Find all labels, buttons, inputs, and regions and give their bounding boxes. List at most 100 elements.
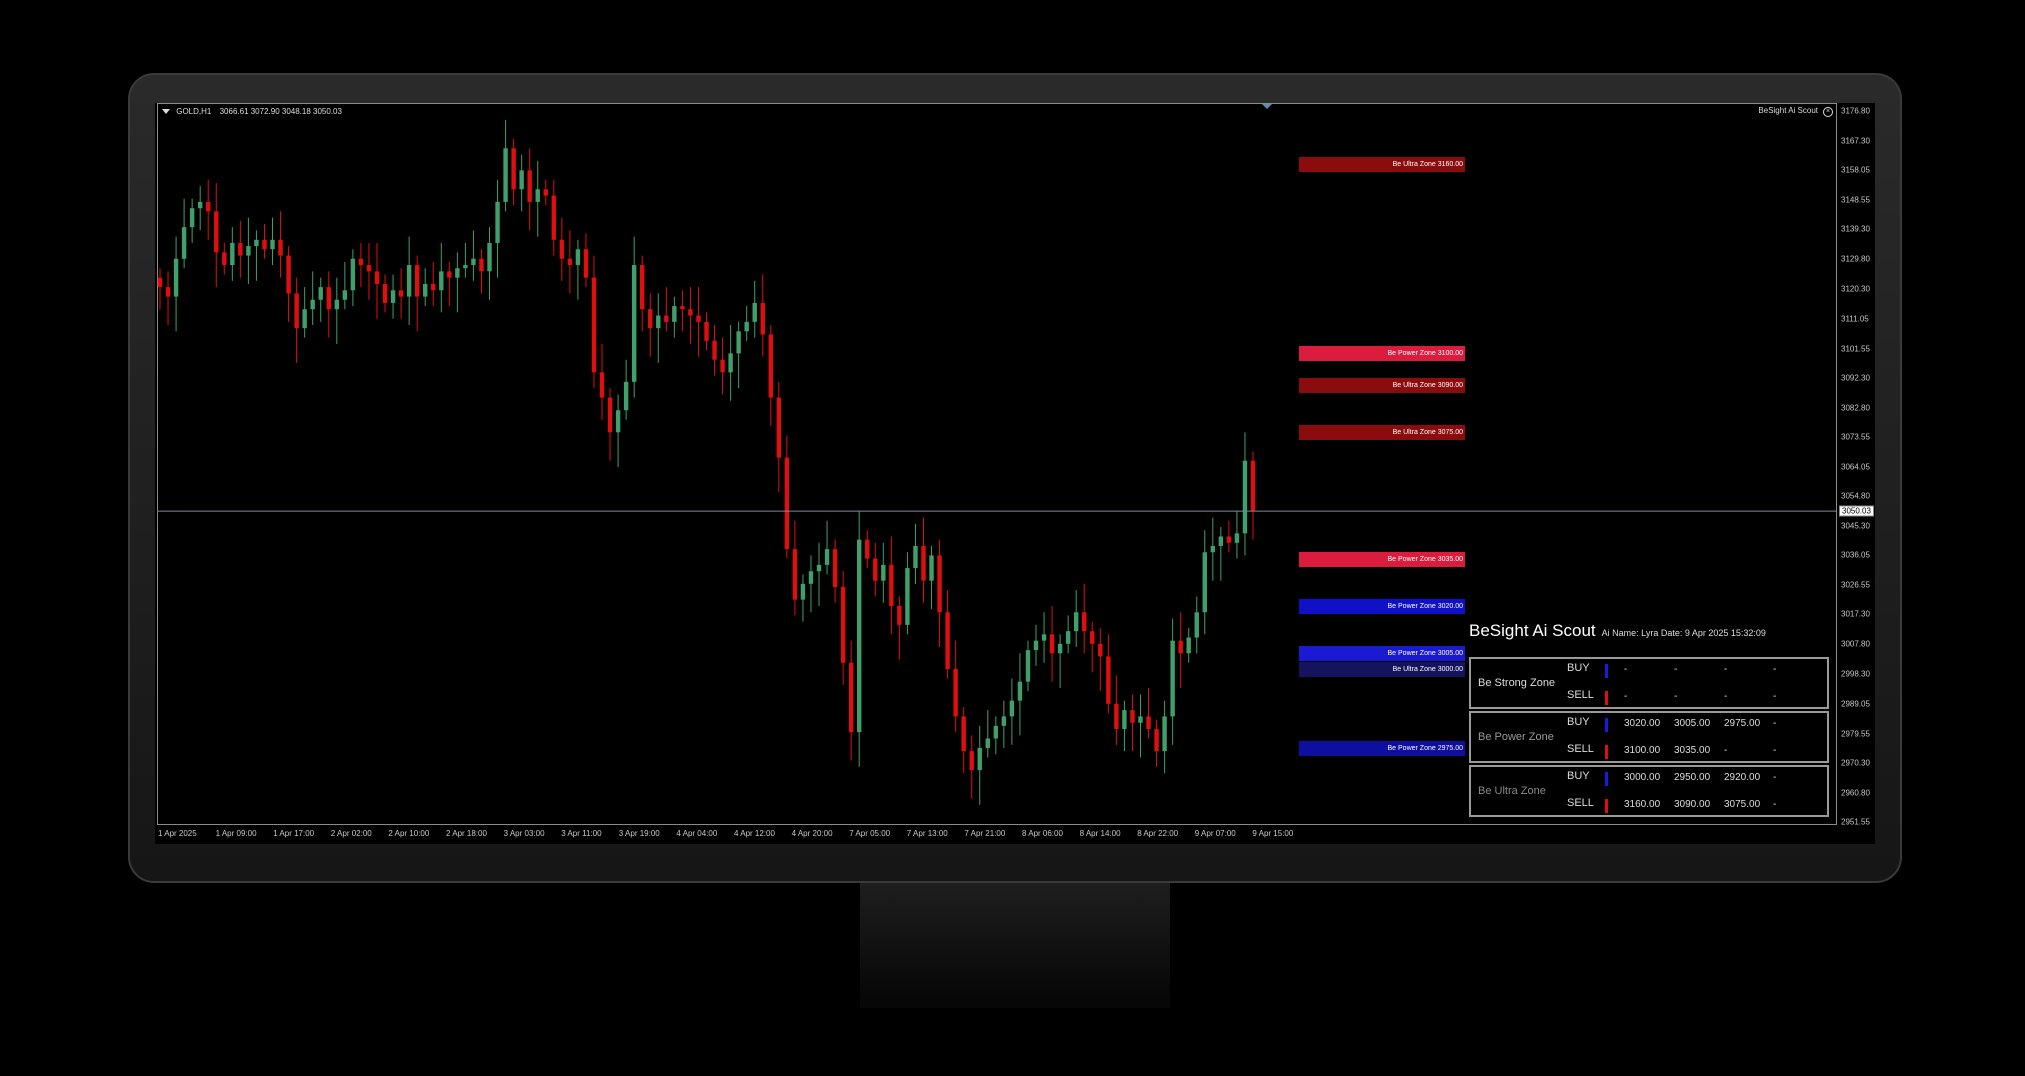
candle-body: [648, 309, 653, 329]
price-tick-label: 3101.55: [1841, 344, 1870, 354]
price-tick-label: 3167.30: [1841, 136, 1870, 146]
sell-value: -: [1773, 745, 1777, 756]
price-tick-label: 3139.30: [1841, 224, 1870, 234]
zone-label[interactable]: Be Ultra Zone 3000.00: [1299, 662, 1465, 678]
sell-value: -: [1724, 745, 1728, 756]
price-tick-label: 3176.80: [1841, 106, 1870, 116]
candle-body: [720, 359, 725, 373]
price-tick-label: 3092.30: [1841, 373, 1870, 383]
candle-body: [848, 662, 854, 733]
candle-body: [181, 227, 187, 259]
candle-body: [1057, 643, 1063, 654]
buy-value: 2975.00: [1724, 718, 1761, 729]
candle-body: [390, 290, 396, 303]
candle-body: [672, 306, 677, 322]
candle-body: [439, 271, 444, 291]
candle-body: [278, 239, 283, 256]
time-tick-label: 8 Apr 22:00: [1137, 829, 1179, 838]
sell-value: 3100.00: [1624, 745, 1661, 756]
zone-label[interactable]: Be Power Zone 2975.00: [1299, 740, 1465, 756]
candle-body: [479, 258, 484, 272]
price-tick-label: 3026.55: [1841, 580, 1870, 590]
sell-value: 3160.00: [1624, 799, 1661, 810]
candle-body: [1114, 703, 1119, 730]
candle-body: [1106, 656, 1111, 704]
current-price-label: 3050.03: [1839, 505, 1874, 517]
candle-body: [262, 239, 267, 250]
candle-body: [270, 239, 275, 250]
candle-body: [519, 170, 524, 190]
candle-body: [1065, 631, 1071, 644]
price-tick-label: 2998.30: [1841, 669, 1870, 679]
candle-body: [913, 545, 918, 569]
candle-body: [656, 315, 661, 329]
candle-body: [1009, 700, 1015, 717]
time-tick-label: 4 Apr 12:00: [734, 829, 775, 838]
scout-panel: BeSight Ai Scout Ai Name: Lyra Date: 9 Ap…: [1469, 621, 1831, 817]
buy-label: BUY: [1567, 662, 1590, 674]
time-tick-label: 9 Apr 15:00: [1252, 829, 1294, 838]
buy-indicator-bar: [1605, 772, 1608, 786]
buy-value: 3005.00: [1674, 718, 1711, 729]
candle-body: [431, 283, 436, 291]
candle-body: [1242, 460, 1248, 534]
price-axis[interactable]: 3176.80 3167.30 3158.05 3148.55 3139.30 3129.…: [1837, 103, 1875, 827]
candle-body: [1218, 536, 1224, 546]
candle-body: [840, 586, 846, 663]
candle-body: [792, 549, 798, 600]
candle-body: [873, 558, 878, 581]
candle-body: [1082, 612, 1087, 632]
time-tick-label: 3 Apr 11:00: [561, 829, 602, 838]
zone-label[interactable]: Be Power Zone 3005.00: [1299, 646, 1465, 662]
candle-body: [881, 564, 886, 581]
candle-body: [173, 258, 179, 297]
sell-value: -: [1773, 799, 1777, 810]
candle-body: [559, 239, 565, 259]
buy-value: 3020.00: [1624, 718, 1661, 729]
candle-body: [664, 315, 669, 322]
zone-label[interactable]: Be Power Zone 3020.00: [1299, 598, 1465, 614]
zone-label[interactable]: Be Ultra Zone 3090.00: [1299, 377, 1465, 393]
candle-body: [680, 306, 685, 310]
candle-body: [784, 457, 790, 550]
candle-body: [398, 290, 404, 297]
candle-body: [736, 331, 741, 354]
candle-body: [599, 372, 605, 398]
time-tick-label: 9 Apr 07:00: [1194, 829, 1236, 838]
candle-body: [800, 583, 806, 600]
candle-body: [535, 189, 540, 202]
sell-value: -: [1624, 691, 1628, 702]
candle-body: [1226, 536, 1232, 543]
zone-label[interactable]: Be Power Zone 3035.00: [1299, 551, 1465, 567]
time-axis[interactable]: 1 Apr 2025 1 Apr 09:00 1 Apr 17:00 2 Apr 02…: [157, 825, 1837, 844]
candle-body: [302, 309, 307, 329]
candle-body: [1250, 460, 1256, 512]
candle-body: [206, 201, 211, 212]
candle-body: [310, 299, 315, 310]
candle-body: [905, 568, 910, 625]
zone-label[interactable]: Be Power Zone 3100.00: [1299, 346, 1465, 362]
candle-body: [961, 716, 966, 752]
candle-body: [897, 605, 902, 625]
zone-summary-label: Be Power Zone: [1478, 731, 1554, 743]
price-tick-label: 3064.05: [1841, 462, 1870, 472]
zone-label[interactable]: Be Ultra Zone 3075.00: [1299, 425, 1465, 441]
candle-body: [487, 242, 492, 272]
candle-body: [455, 268, 460, 278]
candle-body: [728, 353, 733, 373]
candle-body: [583, 249, 589, 278]
buy-value: 2950.00: [1674, 772, 1711, 783]
candle-body: [993, 725, 999, 739]
price-tick-label: 2960.80: [1841, 788, 1870, 798]
candle-body: [832, 549, 838, 587]
zone-label[interactable]: Be Ultra Zone 3160.00: [1299, 157, 1465, 173]
candle-body: [1170, 640, 1175, 717]
candle-body: [1049, 634, 1055, 654]
candle-body: [776, 397, 782, 458]
candle-body: [631, 265, 637, 382]
zone-summary-label: Be Strong Zone: [1478, 677, 1556, 689]
candle-body: [712, 340, 717, 360]
candle-body: [165, 287, 171, 297]
price-tick-label: 3036.05: [1841, 550, 1870, 560]
candle-body: [1130, 710, 1135, 723]
